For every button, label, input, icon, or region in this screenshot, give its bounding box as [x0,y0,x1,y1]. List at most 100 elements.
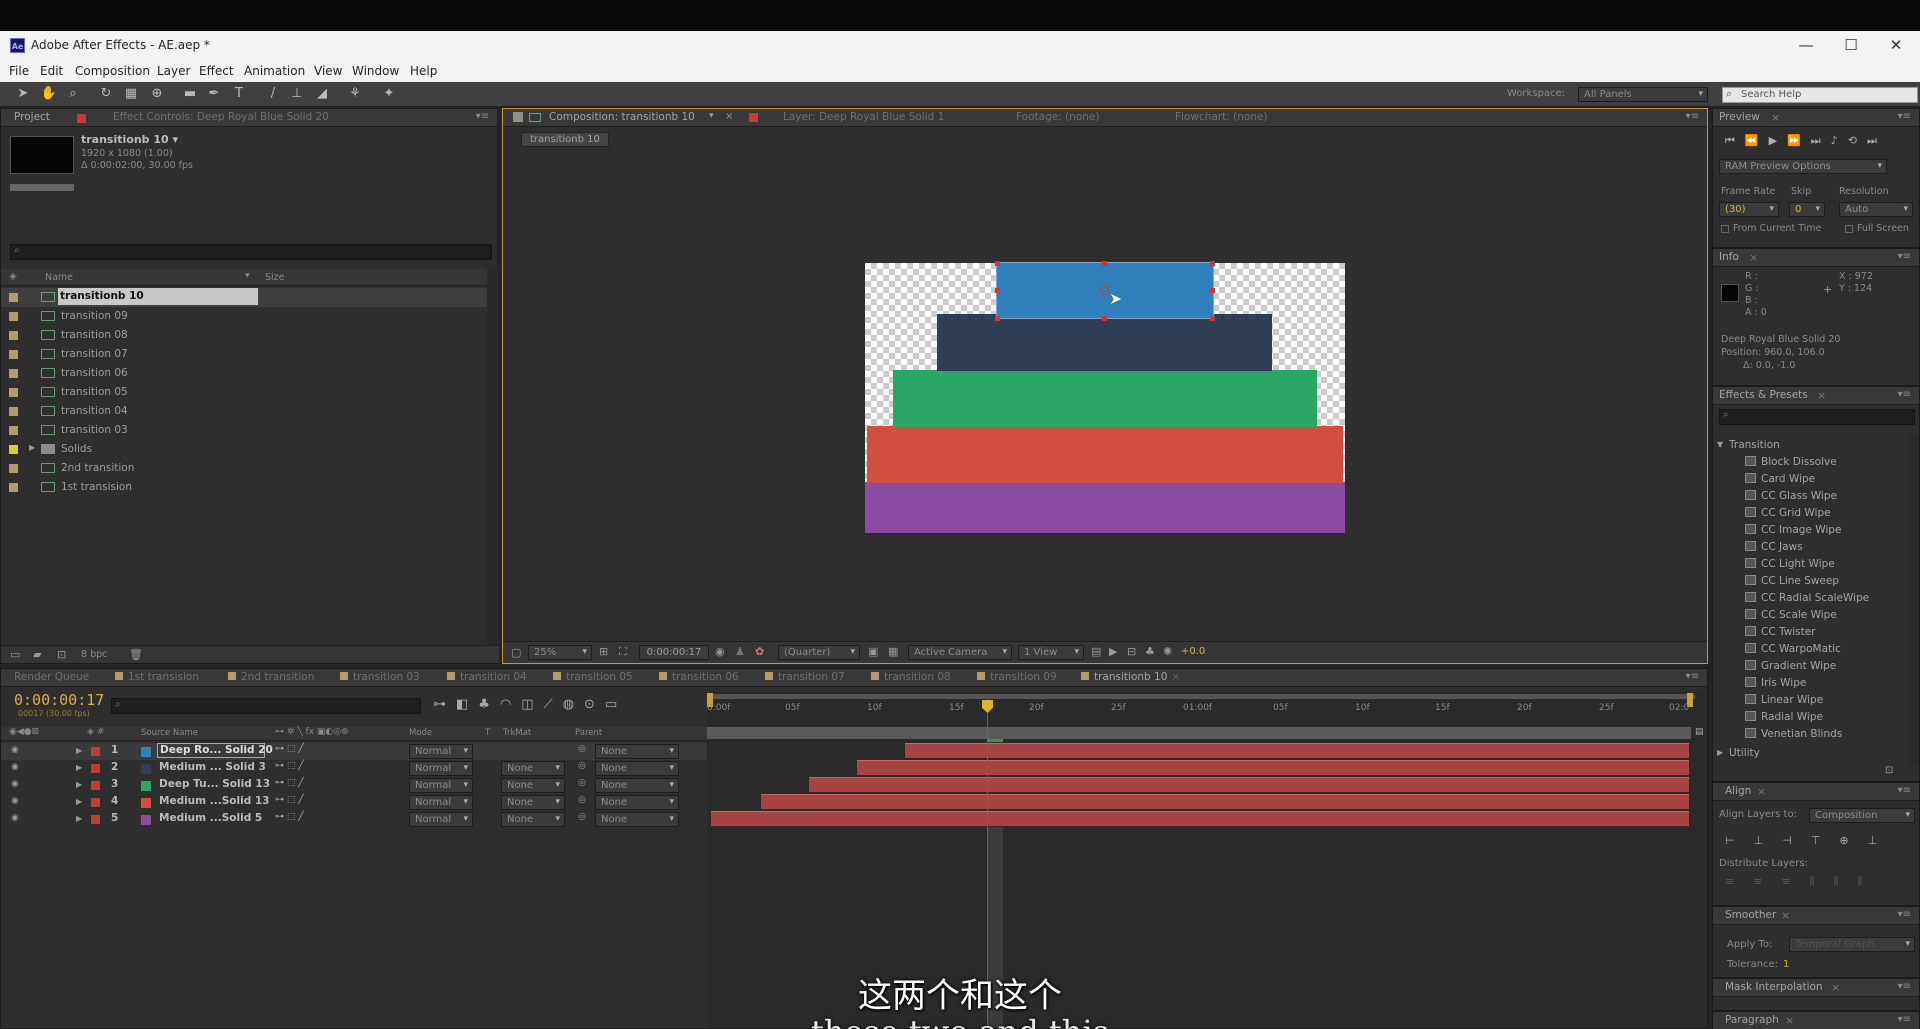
region-of-interest-icon[interactable]: ▣ [868,645,878,658]
motion-blur-icon[interactable]: ◫ [521,697,543,712]
layer-mode-dropdown[interactable]: Normal [409,744,473,759]
video-eye-icon[interactable]: ◉ [11,745,19,755]
video-eye-icon[interactable]: ◉ [11,796,19,806]
puppet-tool-icon[interactable]: ✦ [380,85,398,103]
selection-tool-icon[interactable]: ➤ [14,85,32,103]
expand-layer-icon[interactable]: ▶ [76,797,82,806]
parent-header[interactable]: Parent [575,728,602,738]
selection-handle[interactable] [1102,261,1107,266]
play-icon[interactable]: ▶ [1769,134,1787,147]
close-tab-icon[interactable]: × [725,111,733,122]
tab-preview[interactable]: Preview [1719,111,1760,123]
project-row[interactable]: transition 04 [1,402,487,421]
rectangle-tool-icon[interactable]: ▬ [181,85,199,103]
effects-category-utility[interactable]: Utility [1729,747,1760,759]
lock-icon[interactable] [513,112,523,122]
effect-item[interactable]: Card Wipe [1745,473,1815,490]
camera-tool-icon[interactable]: ▦ [122,85,140,103]
navy-solid-layer[interactable] [937,314,1272,371]
layer-row[interactable]: ◉ ▶ 5 Medium ...Solid 5 ⊶ ⬚ ╱ Normal Non… [1,811,707,828]
expand-triangle-icon[interactable]: ▶ [29,443,35,452]
project-row[interactable]: transitionb 10 [1,288,487,307]
layer-trkmat-dropdown[interactable]: None [501,795,565,810]
interpret-footage-icon[interactable]: ▭ [10,648,20,661]
comp-canvas-transparency-grid[interactable]: ➤ [865,261,1345,533]
layer-parent-dropdown[interactable]: None [595,812,679,827]
layer-source-name[interactable]: Medium ...Solid 13 [159,795,269,807]
layer-label-chip[interactable] [91,815,100,824]
menu-effect[interactable]: Effect [199,64,234,78]
project-search-input[interactable] [10,244,492,260]
comp-mini-flowchart-icon[interactable]: ⊶ [433,697,456,712]
safe-zones-icon[interactable]: ⊞ [599,645,608,658]
menu-edit[interactable]: Edit [40,64,63,78]
bit-depth-label[interactable]: 8 bpc [81,649,107,660]
tab-flowchart[interactable]: Flowchart: (none) [1175,111,1268,123]
close-tab-icon[interactable]: × [1817,389,1826,402]
tab-smoother[interactable]: Smoother [1725,909,1776,921]
panel-menu-icon[interactable]: ▾≡ [1898,909,1911,920]
layer-duration-bar[interactable] [711,811,1689,826]
trkmat-header[interactable]: TrkMat [503,728,531,738]
layer-label-chip[interactable] [91,781,100,790]
distribute-hcenter-icon[interactable]: ⦀ [1834,875,1858,888]
rotate-tool-icon[interactable]: ↻ [97,85,115,103]
frame-rate-dropdown[interactable]: (30) [1719,202,1779,217]
panel-menu-icon[interactable]: ▾≡ [476,111,489,122]
resolution-dropdown[interactable]: Auto [1839,202,1913,217]
project-row[interactable]: transition 08 [1,326,487,345]
purple-solid-layer[interactable] [865,482,1345,533]
exposure-value[interactable]: +0.0 [1181,646,1205,657]
align-bottom-icon[interactable]: ⊥ [1868,834,1897,847]
expand-triangle-icon[interactable]: ▶ [1717,748,1723,757]
new-comp-icon[interactable]: ⊡ [57,648,66,661]
draft-3d-icon[interactable]: ◧ [456,697,478,712]
time-navigator[interactable] [711,694,1695,699]
next-frame-icon[interactable]: ⏩ [1787,134,1811,147]
effect-item[interactable]: Radial Wipe [1745,711,1823,728]
project-row[interactable]: transition 09 [1,307,487,326]
project-row[interactable]: transition 03 [1,421,487,440]
distribute-right-icon[interactable]: ⦀ [1857,875,1881,888]
selection-handle[interactable] [1210,261,1215,266]
layer-row[interactable]: ◉ ▶ 1 Deep Ro... Solid 20 ⊶ ⬚ ╱ Normal ◎… [1,743,707,760]
tab-timeline[interactable]: 2nd transition [228,671,314,683]
tab-footage[interactable]: Footage: (none) [1016,111,1099,123]
project-row[interactable]: transition 06 [1,364,487,383]
parent-pickwhip-icon[interactable]: ◎ [578,812,586,822]
align-vcenter-icon[interactable]: ⊕ [1839,834,1867,847]
tab-timeline[interactable]: transition 04 [447,671,527,683]
layer-row[interactable]: ◉ ▶ 4 Medium ...Solid 13 ⊶ ⬚ ╱ Normal No… [1,794,707,811]
project-row[interactable]: ▶ Solids [1,440,487,459]
align-right-icon[interactable]: ⊣ [1782,834,1811,847]
effect-item[interactable]: CC Jaws [1745,541,1803,558]
layer-duration-bar[interactable] [857,760,1689,775]
close-icon[interactable]: ✕ [1876,34,1916,56]
workspace-dropdown[interactable]: All Panels [1578,87,1708,102]
layer-duration-bar[interactable] [905,743,1689,758]
layer-parent-dropdown[interactable]: None [595,778,679,793]
menu-file[interactable]: File [9,64,29,78]
flowchart-icon[interactable]: ♣ [1145,645,1155,658]
layer-switches[interactable]: ⊶ ⬚ ╱ [275,812,304,822]
layer-mode-dropdown[interactable]: Normal [409,795,473,810]
playhead-handle[interactable] [982,700,993,713]
layer-label-chip[interactable] [91,747,100,756]
prev-frame-icon[interactable]: ⏪ [1745,134,1769,147]
layer-switches[interactable]: ⊶ ⬚ ╱ [275,744,304,754]
t-header[interactable]: T [485,728,490,738]
layer-switches[interactable]: ⊶ ⬚ ╱ [275,761,304,771]
name-column-header[interactable]: Name [45,272,73,283]
text-tool-icon[interactable]: T [230,85,248,103]
distribute-top-icon[interactable]: ≡ [1725,875,1753,888]
tab-timeline[interactable]: transition 05 [553,671,633,683]
channel-icon[interactable]: ✿ [755,645,764,658]
minimize-icon[interactable]: — [1786,34,1826,56]
close-tab-icon[interactable]: × [1757,785,1766,798]
show-snapshot-icon[interactable]: ♟ [735,645,745,658]
timeline-search-input[interactable] [111,698,421,714]
project-row[interactable]: 2nd transition [1,459,487,478]
effect-item[interactable]: CC Image Wipe [1745,524,1841,541]
layer-mode-dropdown[interactable]: Normal [409,812,473,827]
layer-source-name[interactable]: Medium ...Solid 5 [159,812,262,824]
